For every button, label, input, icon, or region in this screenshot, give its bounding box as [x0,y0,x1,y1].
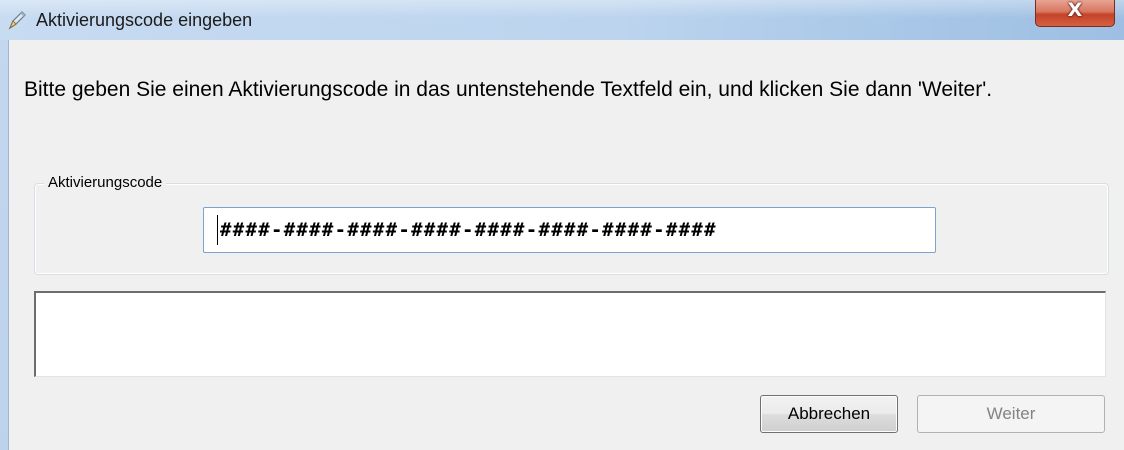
cancel-button[interactable]: Abbrechen [760,395,898,433]
activation-code-input[interactable]: ####-####-####-####-####-####-####-#### [203,207,936,253]
window-frame [0,40,8,450]
status-message-box [34,291,1106,377]
close-button[interactable]: X [1035,0,1115,27]
pen-icon [8,11,26,30]
activation-dialog: Aktivierungscode eingeben X Bitte geben … [0,0,1124,450]
text-caret [217,215,218,245]
activation-code-group-label: Aktivierungscode [44,174,167,191]
close-icon: X [1067,0,1083,21]
instruction-text: Bitte geben Sie einen Aktivierungscode i… [24,78,993,101]
window-title: Aktivierungscode eingeben [36,10,253,30]
title-bar[interactable]: Aktivierungscode eingeben X [0,0,1124,40]
next-button[interactable]: Weiter [917,395,1105,433]
